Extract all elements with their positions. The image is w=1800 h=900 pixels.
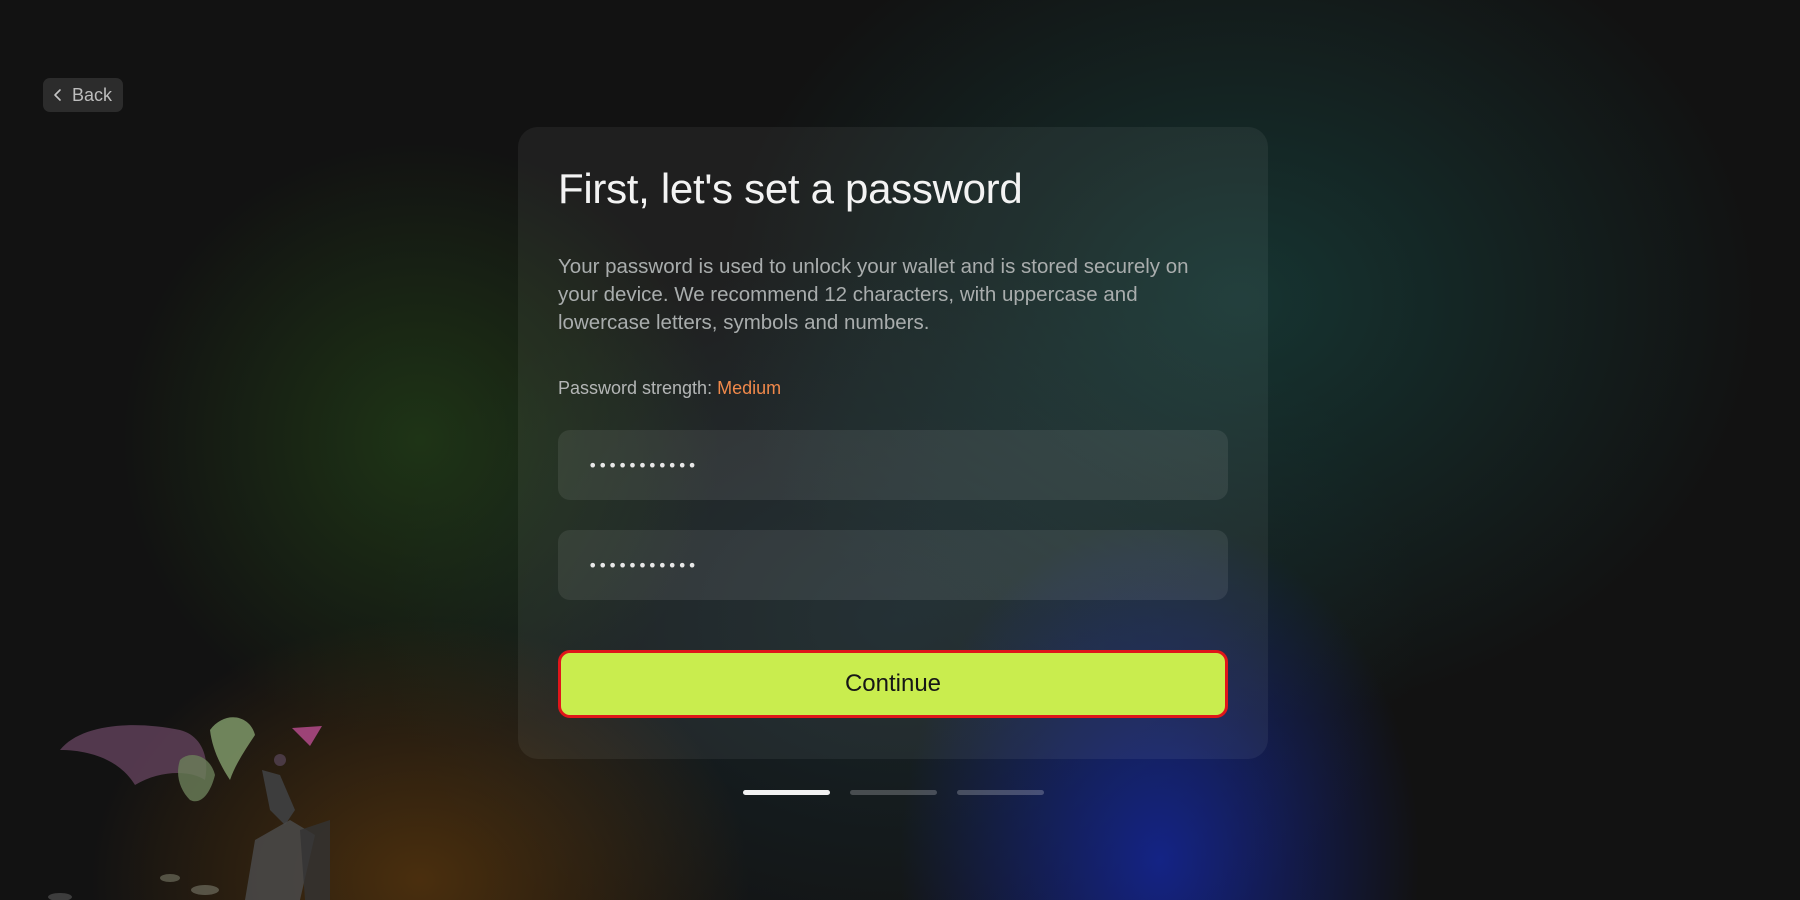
continue-button[interactable]: Continue: [558, 650, 1228, 718]
progress-step-1: [743, 790, 830, 795]
password-description: Your password is used to unlock your wal…: [558, 255, 1189, 334]
character-illustration: [48, 717, 330, 900]
password-field[interactable]: [558, 430, 1228, 500]
confirm-password-field[interactable]: [558, 530, 1228, 600]
password-strength-value: Medium: [717, 378, 782, 398]
progress-step-2: [850, 790, 937, 795]
progress-step-3: [957, 790, 1044, 795]
chevron-left-icon: [54, 89, 61, 101]
confirm-password-input[interactable]: [588, 555, 1198, 575]
password-strength-label: Password strength:: [558, 378, 713, 398]
password-strength: Password strength: Medium: [558, 378, 781, 399]
setup-page: Back First, let's set a password Your pa…: [0, 0, 1800, 900]
back-button[interactable]: Back: [43, 78, 124, 112]
back-label: Back: [72, 84, 113, 105]
password-input[interactable]: [588, 455, 1198, 475]
password-card: First, let's set a password Your passwor…: [518, 127, 1268, 759]
step-progress: [743, 790, 1044, 795]
page-title: First, let's set a password: [558, 165, 1023, 212]
